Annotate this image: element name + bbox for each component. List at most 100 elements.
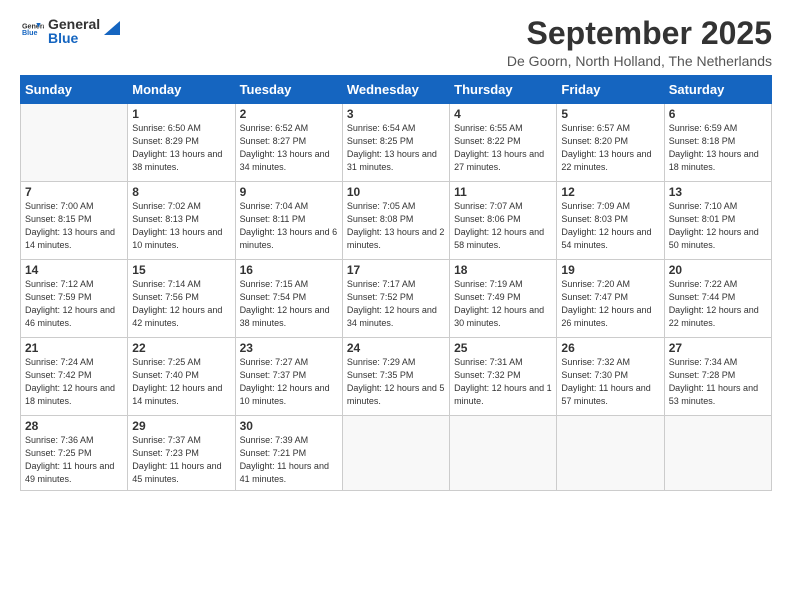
day-cell: 10Sunrise: 7:05 AM Sunset: 8:08 PM Dayli… [342, 182, 449, 260]
day-cell: 13Sunrise: 7:10 AM Sunset: 8:01 PM Dayli… [664, 182, 771, 260]
day-number: 10 [347, 185, 445, 199]
day-number: 3 [347, 107, 445, 121]
day-number: 11 [454, 185, 552, 199]
day-info: Sunrise: 7:10 AM Sunset: 8:01 PM Dayligh… [669, 200, 767, 252]
day-cell: 6Sunrise: 6:59 AM Sunset: 8:18 PM Daylig… [664, 104, 771, 182]
calendar: SundayMondayTuesdayWednesdayThursdayFrid… [20, 75, 772, 491]
header-row: SundayMondayTuesdayWednesdayThursdayFrid… [21, 76, 772, 104]
day-cell [450, 416, 557, 491]
day-cell: 28Sunrise: 7:36 AM Sunset: 7:25 PM Dayli… [21, 416, 128, 491]
day-number: 13 [669, 185, 767, 199]
day-info: Sunrise: 7:02 AM Sunset: 8:13 PM Dayligh… [132, 200, 230, 252]
day-cell: 16Sunrise: 7:15 AM Sunset: 7:54 PM Dayli… [235, 260, 342, 338]
day-cell: 7Sunrise: 7:00 AM Sunset: 8:15 PM Daylig… [21, 182, 128, 260]
week-row-1: 1Sunrise: 6:50 AM Sunset: 8:29 PM Daylig… [21, 104, 772, 182]
day-cell: 24Sunrise: 7:29 AM Sunset: 7:35 PM Dayli… [342, 338, 449, 416]
day-number: 8 [132, 185, 230, 199]
day-number: 7 [25, 185, 123, 199]
day-cell: 23Sunrise: 7:27 AM Sunset: 7:37 PM Dayli… [235, 338, 342, 416]
day-info: Sunrise: 7:36 AM Sunset: 7:25 PM Dayligh… [25, 434, 123, 486]
day-number: 17 [347, 263, 445, 277]
col-header-saturday: Saturday [664, 76, 771, 104]
day-info: Sunrise: 6:54 AM Sunset: 8:25 PM Dayligh… [347, 122, 445, 174]
col-header-sunday: Sunday [21, 76, 128, 104]
day-info: Sunrise: 6:57 AM Sunset: 8:20 PM Dayligh… [561, 122, 659, 174]
day-info: Sunrise: 7:27 AM Sunset: 7:37 PM Dayligh… [240, 356, 338, 408]
day-info: Sunrise: 6:50 AM Sunset: 8:29 PM Dayligh… [132, 122, 230, 174]
day-number: 6 [669, 107, 767, 121]
day-cell [342, 416, 449, 491]
day-number: 4 [454, 107, 552, 121]
col-header-monday: Monday [128, 76, 235, 104]
logo-blue-text: Blue [48, 30, 100, 46]
day-cell: 12Sunrise: 7:09 AM Sunset: 8:03 PM Dayli… [557, 182, 664, 260]
day-info: Sunrise: 6:55 AM Sunset: 8:22 PM Dayligh… [454, 122, 552, 174]
day-cell: 4Sunrise: 6:55 AM Sunset: 8:22 PM Daylig… [450, 104, 557, 182]
week-row-2: 7Sunrise: 7:00 AM Sunset: 8:15 PM Daylig… [21, 182, 772, 260]
day-number: 30 [240, 419, 338, 433]
day-cell: 29Sunrise: 7:37 AM Sunset: 7:23 PM Dayli… [128, 416, 235, 491]
day-info: Sunrise: 7:09 AM Sunset: 8:03 PM Dayligh… [561, 200, 659, 252]
day-cell: 25Sunrise: 7:31 AM Sunset: 7:32 PM Dayli… [450, 338, 557, 416]
day-info: Sunrise: 7:29 AM Sunset: 7:35 PM Dayligh… [347, 356, 445, 408]
day-info: Sunrise: 7:15 AM Sunset: 7:54 PM Dayligh… [240, 278, 338, 330]
day-info: Sunrise: 7:34 AM Sunset: 7:28 PM Dayligh… [669, 356, 767, 408]
day-number: 29 [132, 419, 230, 433]
day-cell: 5Sunrise: 6:57 AM Sunset: 8:20 PM Daylig… [557, 104, 664, 182]
day-info: Sunrise: 7:17 AM Sunset: 7:52 PM Dayligh… [347, 278, 445, 330]
day-cell: 30Sunrise: 7:39 AM Sunset: 7:21 PM Dayli… [235, 416, 342, 491]
day-info: Sunrise: 6:52 AM Sunset: 8:27 PM Dayligh… [240, 122, 338, 174]
day-number: 20 [669, 263, 767, 277]
logo-triangle-icon [102, 17, 122, 37]
day-cell: 2Sunrise: 6:52 AM Sunset: 8:27 PM Daylig… [235, 104, 342, 182]
day-number: 21 [25, 341, 123, 355]
title-block: September 2025 De Goorn, North Holland, … [507, 16, 772, 69]
day-info: Sunrise: 7:32 AM Sunset: 7:30 PM Dayligh… [561, 356, 659, 408]
month-title: September 2025 [507, 16, 772, 51]
col-header-tuesday: Tuesday [235, 76, 342, 104]
day-info: Sunrise: 7:24 AM Sunset: 7:42 PM Dayligh… [25, 356, 123, 408]
day-cell: 11Sunrise: 7:07 AM Sunset: 8:06 PM Dayli… [450, 182, 557, 260]
day-cell: 27Sunrise: 7:34 AM Sunset: 7:28 PM Dayli… [664, 338, 771, 416]
day-cell: 20Sunrise: 7:22 AM Sunset: 7:44 PM Dayli… [664, 260, 771, 338]
day-number: 18 [454, 263, 552, 277]
col-header-friday: Friday [557, 76, 664, 104]
day-cell: 14Sunrise: 7:12 AM Sunset: 7:59 PM Dayli… [21, 260, 128, 338]
svg-text:Blue: Blue [22, 29, 38, 37]
day-info: Sunrise: 7:00 AM Sunset: 8:15 PM Dayligh… [25, 200, 123, 252]
day-info: Sunrise: 7:19 AM Sunset: 7:49 PM Dayligh… [454, 278, 552, 330]
day-cell: 3Sunrise: 6:54 AM Sunset: 8:25 PM Daylig… [342, 104, 449, 182]
day-info: Sunrise: 7:04 AM Sunset: 8:11 PM Dayligh… [240, 200, 338, 252]
day-number: 1 [132, 107, 230, 121]
day-cell: 18Sunrise: 7:19 AM Sunset: 7:49 PM Dayli… [450, 260, 557, 338]
day-cell: 8Sunrise: 7:02 AM Sunset: 8:13 PM Daylig… [128, 182, 235, 260]
day-cell [557, 416, 664, 491]
day-cell: 1Sunrise: 6:50 AM Sunset: 8:29 PM Daylig… [128, 104, 235, 182]
day-number: 9 [240, 185, 338, 199]
day-cell: 21Sunrise: 7:24 AM Sunset: 7:42 PM Dayli… [21, 338, 128, 416]
day-number: 12 [561, 185, 659, 199]
week-row-3: 14Sunrise: 7:12 AM Sunset: 7:59 PM Dayli… [21, 260, 772, 338]
day-number: 19 [561, 263, 659, 277]
day-info: Sunrise: 7:39 AM Sunset: 7:21 PM Dayligh… [240, 434, 338, 486]
day-number: 23 [240, 341, 338, 355]
day-number: 28 [25, 419, 123, 433]
day-info: Sunrise: 7:07 AM Sunset: 8:06 PM Dayligh… [454, 200, 552, 252]
day-number: 14 [25, 263, 123, 277]
week-row-4: 21Sunrise: 7:24 AM Sunset: 7:42 PM Dayli… [21, 338, 772, 416]
day-number: 2 [240, 107, 338, 121]
logo: General Blue General Blue [20, 16, 122, 46]
day-info: Sunrise: 7:12 AM Sunset: 7:59 PM Dayligh… [25, 278, 123, 330]
col-header-thursday: Thursday [450, 76, 557, 104]
day-cell: 26Sunrise: 7:32 AM Sunset: 7:30 PM Dayli… [557, 338, 664, 416]
day-number: 16 [240, 263, 338, 277]
day-number: 26 [561, 341, 659, 355]
day-info: Sunrise: 7:22 AM Sunset: 7:44 PM Dayligh… [669, 278, 767, 330]
day-number: 5 [561, 107, 659, 121]
day-number: 22 [132, 341, 230, 355]
day-info: Sunrise: 7:25 AM Sunset: 7:40 PM Dayligh… [132, 356, 230, 408]
day-info: Sunrise: 7:20 AM Sunset: 7:47 PM Dayligh… [561, 278, 659, 330]
day-info: Sunrise: 7:14 AM Sunset: 7:56 PM Dayligh… [132, 278, 230, 330]
week-row-5: 28Sunrise: 7:36 AM Sunset: 7:25 PM Dayli… [21, 416, 772, 491]
day-cell [21, 104, 128, 182]
